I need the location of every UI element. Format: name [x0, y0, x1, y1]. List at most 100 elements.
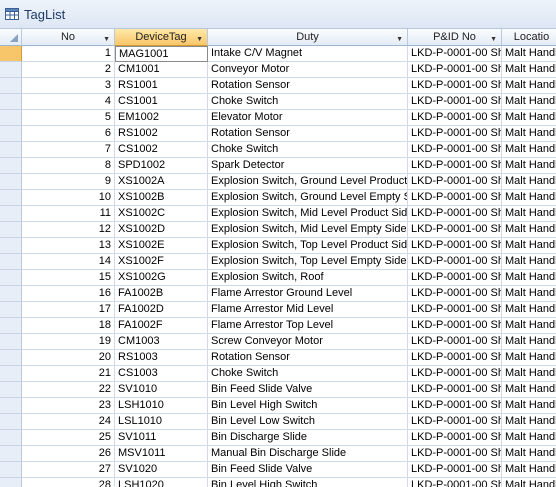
- cell-pid-no[interactable]: LKD-P-0001-00 Sh: [408, 78, 502, 94]
- cell-duty[interactable]: Conveyor Motor: [208, 62, 408, 78]
- cell-location[interactable]: Malt Handl: [502, 78, 556, 94]
- cell-device-tag[interactable]: XS1002G: [115, 270, 208, 286]
- cell-duty[interactable]: Explosion Switch, Top Level Empty Side: [208, 254, 408, 270]
- record-selector[interactable]: [0, 334, 22, 350]
- record-selector[interactable]: [0, 190, 22, 206]
- cell-device-tag[interactable]: FA1002F: [115, 318, 208, 334]
- cell-no[interactable]: 22: [22, 382, 115, 398]
- cell-location[interactable]: Malt Handl: [502, 478, 556, 487]
- cell-location[interactable]: Malt Handl: [502, 350, 556, 366]
- cell-device-tag[interactable]: SPD1002: [115, 158, 208, 174]
- cell-duty[interactable]: Explosion Switch, Ground Level Empty S: [208, 190, 408, 206]
- cell-device-tag[interactable]: LSL1010: [115, 414, 208, 430]
- table-row[interactable]: 5 EM1002 Elevator Motor LKD-P-0001-00 Sh Mal…: [0, 110, 556, 126]
- cell-no[interactable]: 17: [22, 302, 115, 318]
- record-selector[interactable]: [0, 286, 22, 302]
- record-selector[interactable]: [0, 366, 22, 382]
- cell-duty[interactable]: Choke Switch: [208, 94, 408, 110]
- cell-device-tag[interactable]: LSH1020: [115, 478, 208, 487]
- cell-no[interactable]: 18: [22, 318, 115, 334]
- cell-location[interactable]: Malt Handl: [502, 94, 556, 110]
- cell-no[interactable]: 15: [22, 270, 115, 286]
- record-selector[interactable]: [0, 238, 22, 254]
- record-selector[interactable]: [0, 46, 22, 62]
- cell-no[interactable]: 5: [22, 110, 115, 126]
- cell-pid-no[interactable]: LKD-P-0001-00 Sh: [408, 446, 502, 462]
- cell-no[interactable]: 19: [22, 334, 115, 350]
- cell-pid-no[interactable]: LKD-P-0001-00 Sh: [408, 62, 502, 78]
- table-row[interactable]: 6 RS1002 Rotation Sensor LKD-P-0001-00 Sh Ma…: [0, 126, 556, 142]
- cell-duty[interactable]: Elevator Motor: [208, 110, 408, 126]
- cell-location[interactable]: Malt Handl: [502, 286, 556, 302]
- cell-device-tag[interactable]: SV1010: [115, 382, 208, 398]
- cell-duty[interactable]: Bin Level High Switch: [208, 478, 408, 487]
- cell-pid-no[interactable]: LKD-P-0001-00 Sh: [408, 238, 502, 254]
- cell-duty[interactable]: Explosion Switch, Mid Level Empty Side: [208, 222, 408, 238]
- cell-pid-no[interactable]: LKD-P-0001-00 Sh: [408, 398, 502, 414]
- cell-no[interactable]: 25: [22, 430, 115, 446]
- record-selector[interactable]: [0, 478, 22, 487]
- cell-no[interactable]: 9: [22, 174, 115, 190]
- cell-no[interactable]: 8: [22, 158, 115, 174]
- cell-location[interactable]: Malt Handl: [502, 414, 556, 430]
- cell-pid-no[interactable]: LKD-P-0001-00 Sh: [408, 334, 502, 350]
- cell-pid-no[interactable]: LKD-P-0001-00 Sh: [408, 350, 502, 366]
- cell-device-tag[interactable]: CS1001: [115, 94, 208, 110]
- cell-duty[interactable]: Rotation Sensor: [208, 126, 408, 142]
- column-header-device-tag[interactable]: DeviceTag ▼: [115, 29, 208, 46]
- cell-device-tag[interactable]: XS1002B: [115, 190, 208, 206]
- record-selector[interactable]: [0, 270, 22, 286]
- record-selector[interactable]: [0, 254, 22, 270]
- cell-pid-no[interactable]: LKD-P-0001-00 Sh: [408, 158, 502, 174]
- cell-pid-no[interactable]: LKD-P-0001-00 Sh: [408, 366, 502, 382]
- cell-device-tag[interactable]: LSH1010: [115, 398, 208, 414]
- cell-location[interactable]: Malt Handl: [502, 174, 556, 190]
- cell-pid-no[interactable]: LKD-P-0001-00 Sh: [408, 286, 502, 302]
- cell-no[interactable]: 16: [22, 286, 115, 302]
- cell-no[interactable]: 6: [22, 126, 115, 142]
- cell-duty[interactable]: Rotation Sensor: [208, 350, 408, 366]
- table-row[interactable]: 11 XS1002C Explosion Switch, Mid Level Pro…: [0, 206, 556, 222]
- cell-pid-no[interactable]: LKD-P-0001-00 Sh: [408, 110, 502, 126]
- cell-no[interactable]: 10: [22, 190, 115, 206]
- cell-location[interactable]: Malt Handl: [502, 206, 556, 222]
- record-selector[interactable]: [0, 398, 22, 414]
- table-row[interactable]: 22 SV1010 Bin Feed Slide Valve LKD-P-0001-0…: [0, 382, 556, 398]
- table-row[interactable]: 16 FA1002B Flame Arrestor Ground Level LKD-…: [0, 286, 556, 302]
- table-row[interactable]: 8 SPD1002 Spark Detector LKD-P-0001-00 Sh Ma…: [0, 158, 556, 174]
- record-selector[interactable]: [0, 94, 22, 110]
- cell-no[interactable]: 28: [22, 478, 115, 487]
- cell-pid-no[interactable]: LKD-P-0001-00 Sh: [408, 414, 502, 430]
- cell-duty[interactable]: Explosion Switch, Ground Level Product: [208, 174, 408, 190]
- cell-device-tag[interactable]: SV1011: [115, 430, 208, 446]
- cell-device-tag[interactable]: XS1002F: [115, 254, 208, 270]
- cell-no[interactable]: 11: [22, 206, 115, 222]
- cell-duty[interactable]: Explosion Switch, Mid Level Product Side: [208, 206, 408, 222]
- record-selector[interactable]: [0, 414, 22, 430]
- cell-pid-no[interactable]: LKD-P-0001-00 Sh: [408, 382, 502, 398]
- cell-device-tag[interactable]: XS1002E: [115, 238, 208, 254]
- table-row[interactable]: 14 XS1002F Explosion Switch, Top Level Emp…: [0, 254, 556, 270]
- filter-dropdown-icon[interactable]: ▼: [196, 32, 203, 45]
- record-selector[interactable]: [0, 110, 22, 126]
- table-row[interactable]: 10 XS1002B Explosion Switch, Ground Level …: [0, 190, 556, 206]
- cell-no[interactable]: 23: [22, 398, 115, 414]
- record-selector[interactable]: [0, 382, 22, 398]
- cell-pid-no[interactable]: LKD-P-0001-00 Sh: [408, 174, 502, 190]
- cell-device-tag[interactable]: CS1003: [115, 366, 208, 382]
- cell-location[interactable]: Malt Handl: [502, 398, 556, 414]
- cell-device-tag[interactable]: XS1002A: [115, 174, 208, 190]
- cell-device-tag[interactable]: SV1020: [115, 462, 208, 478]
- cell-no[interactable]: 4: [22, 94, 115, 110]
- record-selector[interactable]: [0, 62, 22, 78]
- record-selector[interactable]: [0, 446, 22, 462]
- filter-dropdown-icon[interactable]: ▼: [490, 32, 497, 45]
- cell-location[interactable]: Malt Handl: [502, 222, 556, 238]
- cell-device-tag[interactable]: CS1002: [115, 142, 208, 158]
- table-row[interactable]: 20 RS1003 Rotation Sensor LKD-P-0001-00 Sh M…: [0, 350, 556, 366]
- column-header-duty[interactable]: Duty ▼: [208, 29, 408, 46]
- cell-pid-no[interactable]: LKD-P-0001-00 Sh: [408, 94, 502, 110]
- record-selector[interactable]: [0, 206, 22, 222]
- cell-duty[interactable]: Choke Switch: [208, 366, 408, 382]
- cell-device-tag[interactable]: EM1002: [115, 110, 208, 126]
